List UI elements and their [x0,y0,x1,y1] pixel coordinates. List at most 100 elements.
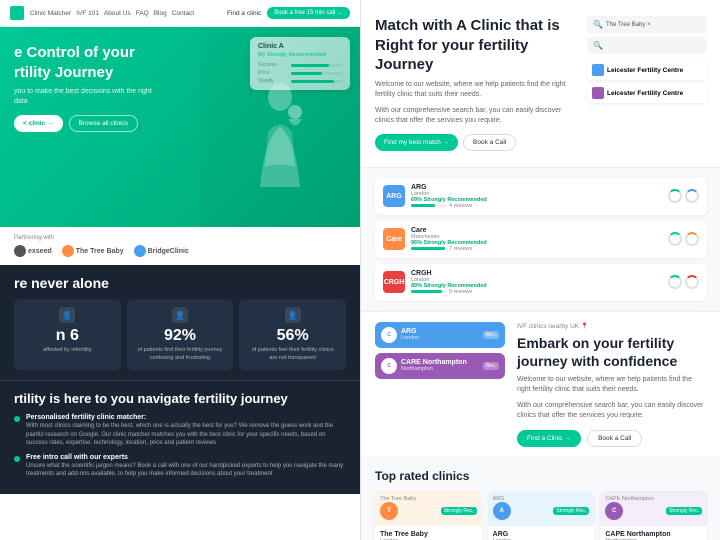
mini-clinic-progress-1: 7 reviews [411,246,662,252]
top-rated-badge-0: Strongly Rec. [441,507,477,515]
right-panel: Match with A Clinic that is Right for yo… [361,0,720,540]
ivf-text-1: Welcome to our website, where we help pa… [517,375,707,396]
left-nav: Clinic Matcher IVF 101 About Us FAQ Blog… [0,0,360,27]
right-clinic-header-0: C ARG London Rec. [375,322,505,348]
mini-clinic-spinners-0 [668,189,699,203]
top-rated-title: Top rated clinics [375,469,707,483]
right-top-buttons: Find my best match → Book a Call [375,134,577,151]
ivf-label: IVF clinics nearby UK 📍 [517,322,707,330]
right-top-section: Match with A Clinic that is Right for yo… [361,0,720,168]
mini-clinic-info-2: CRGH London 89% Strongly Recommended 9 r… [411,270,662,295]
mini-clinic-card-1: Care Care Manchester 96% Strongly Recomm… [375,221,707,258]
right-clinic-header-1: C CARE Northampton Northampton Rec. [375,353,505,379]
clinic-snippet-icon-1 [592,64,604,76]
search-bar-2[interactable]: 🔍 [587,37,707,54]
right-clinic-badge-1: Rec. [483,362,499,370]
top-rated-logo-1: A [493,502,511,520]
mini-clinic-name-0: ARG [411,184,662,191]
ivf-buttons: Find a Clinic → Book a Call [517,430,707,447]
mini-clinic-cards: ARG ARG London 69% Strongly Recommended … [375,178,707,301]
nav-blog[interactable]: Blog [154,10,167,17]
info-content-1: Free intro call with our experts Unsure … [26,454,346,479]
top-rated-header-0: The Tree Baby T Strongly Rec. [375,491,482,526]
find-best-match-button[interactable]: Find my best match → [375,134,458,151]
mini-clinic-progress-0: 4 reviews [411,203,662,209]
hero-title: e Control of your rtility Journey [14,43,174,82]
find-clinic-button[interactable]: < clinic → [14,115,63,132]
top-rated-header-1: ARG A Strongly Rec. [488,491,595,526]
mini-clinic-info-0: ARG London 69% Strongly Recommended 4 re… [411,184,662,209]
left-panel: Clinic Matcher IVF 101 About Us FAQ Blog… [0,0,360,540]
right-clinic-card-1: C CARE Northampton Northampton Rec. [375,353,505,379]
mini-clinic-card-2: CRGH CRGH London 89% Strongly Recommende… [375,264,707,301]
info-title: rtility is here to you navigate fertilit… [14,391,346,406]
right-clinic-snippet-1: Leicester Fertility Centre [587,60,707,80]
nav-links: Clinic Matcher IVF 101 About Us FAQ Blog… [30,10,221,17]
find-clinic-link[interactable]: Find a clinic [227,10,261,17]
stats-grid: 👤 n 6 affected by infertility 👤 92% of p… [14,299,346,370]
nav-clinic-matcher[interactable]: Clinic Matcher [30,10,71,17]
browse-clinics-button[interactable]: Browse all clinics [69,115,139,132]
top-rated-badge-1: Strongly Rec. [553,507,589,515]
nav-ivf101[interactable]: IVF 101 [76,10,99,17]
top-rated-card-0: The Tree Baby T Strongly Rec. The Tree B… [375,491,482,540]
right-clinic-name-1: CARE Northampton [401,359,467,366]
spinner-4 [668,275,682,289]
search-icon-2: 🔍 [593,41,603,50]
nav-about[interactable]: About Us [104,10,131,17]
mini-clinic-avatar-1: Care [383,228,405,250]
info-section: rtility is here to you navigate fertilit… [0,380,360,494]
right-clinic-card-0: C ARG London Rec. [375,322,505,348]
stat-card-1: 👤 92% of patients find their fertility j… [127,299,234,370]
book-call-ivf-button[interactable]: Book a Call [587,430,642,447]
right-clinic-logo-0: C [381,327,397,343]
right-subtitle-2: With our comprehensive search bar, you c… [375,106,577,127]
mini-clinic-name-1: Care [411,227,662,234]
mini-clinic-name-2: CRGH [411,270,662,277]
mini-pbar-fill-2 [411,290,442,293]
right-subtitle-1: Welcome to our website, where we help pa… [375,80,577,101]
stats-title: re never alone [14,275,346,291]
book-free-call-button[interactable]: Book a free 15 min call → [267,7,350,19]
right-clinic-logo-1: C [381,358,397,374]
top-rated-logo-2: C [605,502,623,520]
right-top-text: Match with A Clinic that is Right for yo… [375,16,577,151]
search-value-1: The Tree Baby × [606,22,651,28]
right-top-content: Match with A Clinic that is Right for yo… [375,16,707,151]
info-dot-1 [14,456,20,462]
clinic-list-section: ARG ARG London 69% Strongly Recommended … [361,168,720,311]
mini-clinic-info-1: Care Manchester 96% Strongly Recommended… [411,227,662,252]
info-heading-1: Free intro call with our experts [26,454,346,461]
ivf-title: Embark on your fertility journey with co… [517,334,707,370]
search-icon: 🔍 [593,20,603,29]
clinic-snippet-name-2: Leicester Fertility Centre [607,90,683,97]
mini-clinic-spinners-2 [668,275,699,289]
find-clinic-ivf-button[interactable]: Find a Clinic → [517,430,581,447]
nav-faq[interactable]: FAQ [136,10,149,17]
ivf-text-2: With our comprehensive search bar, you c… [517,401,707,422]
mini-clinic-reviews-0: 4 reviews [449,203,472,209]
nav-contact[interactable]: Contact [172,10,194,17]
stat-card-0: 👤 n 6 affected by infertility [14,299,121,370]
stats-section: re never alone 👤 n 6 affected by inferti… [0,265,360,380]
info-item-1: Free intro call with our experts Unsure … [14,454,346,479]
book-call-button-right[interactable]: Book a Call [463,134,516,151]
top-rated-header-2: CAPE Northampton C Strongly Rec. [600,491,707,526]
stat-number-1: 92% [135,327,226,345]
spinner-2 [668,232,682,246]
top-rated-badge-2: Strongly Rec. [666,507,702,515]
right-clinic-loc-0: London [401,335,419,341]
ivf-and-clinics-section: C ARG London Rec. C CARE Northampton Nor… [361,311,720,457]
info-item-0: Personalised fertility clinic matcher: W… [14,414,346,447]
stat-desc-2: of patients feel their fertility clinics… [247,347,338,362]
right-clinic-name-0: ARG [401,328,419,335]
logo-icon [10,6,24,20]
top-rated-card-2: CAPE Northampton C Strongly Rec. CAPE No… [600,491,707,540]
right-side-clinics: C ARG London Rec. C CARE Northampton Nor… [375,322,505,447]
mini-clinic-card-0: ARG ARG London 69% Strongly Recommended … [375,178,707,215]
stat-number-2: 56% [247,327,338,345]
right-title: Match with A Clinic that is Right for yo… [375,16,575,75]
search-bar-1[interactable]: 🔍 The Tree Baby × [587,16,707,33]
clinic-snippet-icon-2 [592,87,604,99]
hero-illustration [240,67,320,187]
